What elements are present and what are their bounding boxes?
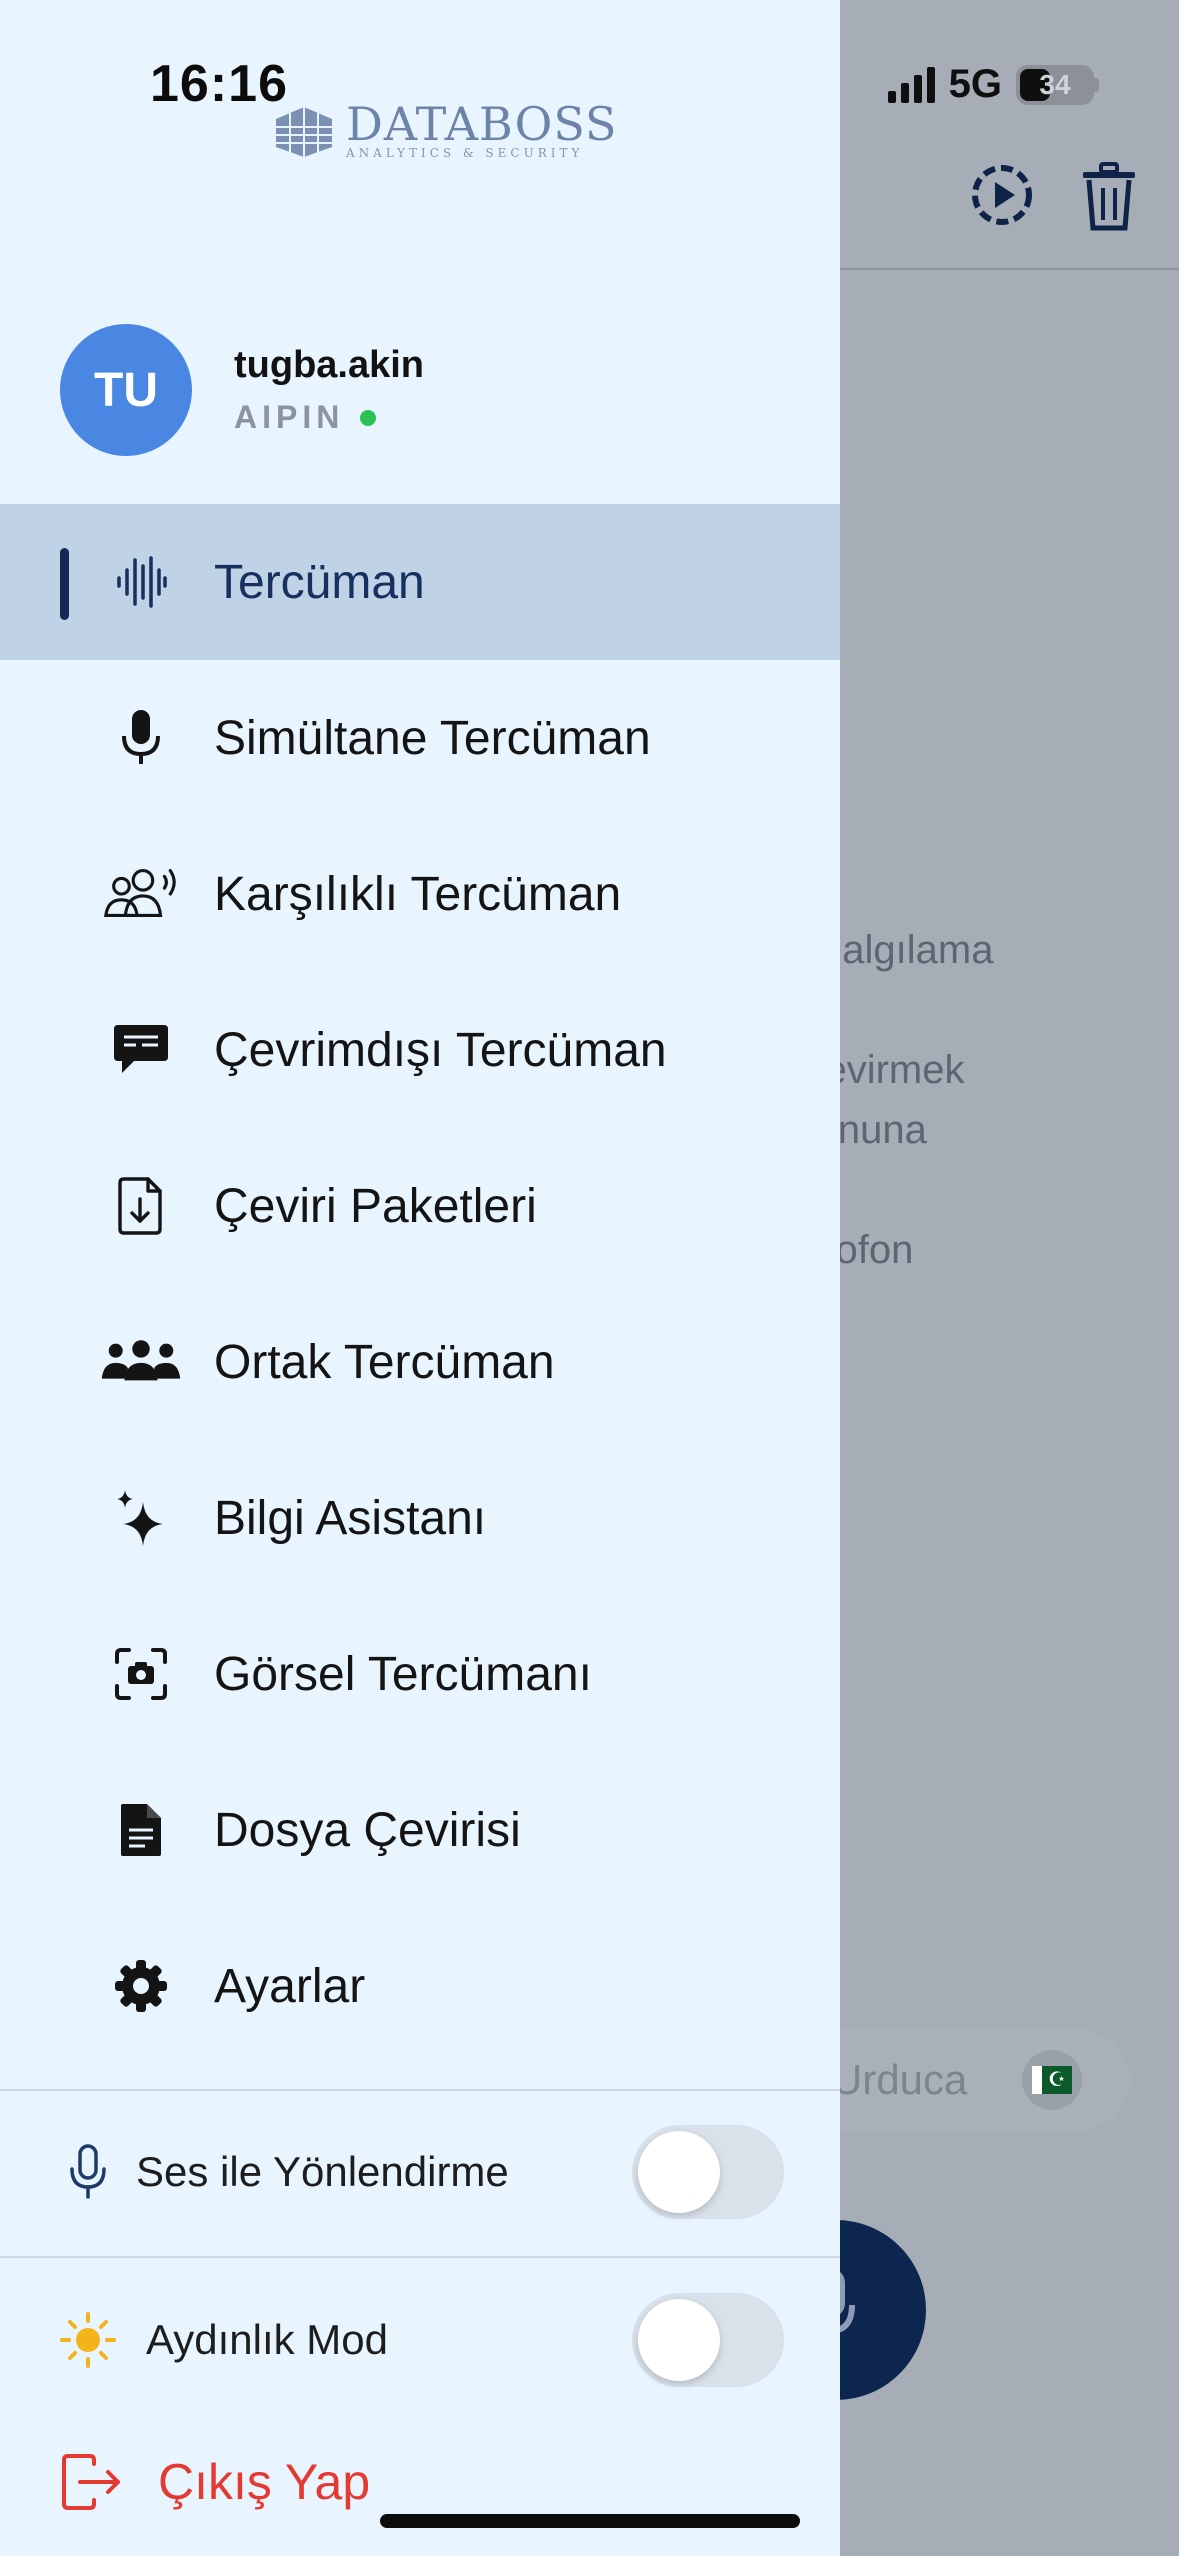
sun-icon — [58, 2310, 118, 2370]
header-actions — [969, 162, 1139, 232]
status-bar-right: 5G 34 — [887, 62, 1099, 107]
group-icon — [100, 1327, 182, 1397]
menu-item-label: Dosya Çevirisi — [214, 1803, 521, 1857]
menu-item-ortak-tercuman[interactable]: Ortak Tercüman — [0, 1284, 840, 1440]
pakistan-flag-icon: ☪ — [1022, 2050, 1082, 2110]
battery-level: 34 — [1039, 68, 1071, 100]
menu-item-ceviri-paketleri[interactable]: Çeviri Paketleri — [0, 1128, 840, 1284]
menu-item-label: Görsel Tercümanı — [214, 1647, 592, 1701]
camera-scan-icon — [100, 1639, 182, 1709]
toggle-knob — [638, 2299, 720, 2381]
logout-button[interactable]: Çıkış Yap — [60, 2452, 370, 2512]
status-time: 16:16 — [150, 55, 288, 113]
company-name: AIPIN — [234, 399, 345, 435]
menu-item-tercuman[interactable]: Tercüman — [0, 504, 840, 660]
people-speaking-icon — [100, 859, 182, 929]
chat-bubble-icon — [100, 1015, 182, 1085]
logo-name: DATABOSS — [346, 97, 618, 151]
voice-navigation-row: Ses ile Yönlendirme — [0, 2112, 840, 2232]
divider — [0, 2256, 840, 2258]
waveform-icon — [100, 547, 182, 617]
online-status-indicator — [360, 409, 377, 426]
network-type: 5G — [948, 62, 1002, 106]
menu-item-label: Tercüman — [214, 555, 425, 609]
document-icon — [100, 1795, 182, 1865]
target-language-label: Urduca — [832, 2056, 968, 2103]
trash-icon[interactable] — [1079, 162, 1139, 232]
menu-item-label: Çeviri Paketleri — [214, 1179, 537, 1233]
light-mode-row: Aydınlık Mod — [0, 2280, 840, 2400]
voice-navigation-toggle[interactable] — [632, 2125, 784, 2219]
databoss-logo: DATABOSS ANALYTICS & SECURITY — [272, 97, 618, 160]
menu-item-karsilikli-tercuman[interactable]: Karşılıklı Tercüman — [0, 816, 840, 972]
logo-mark-icon — [276, 107, 332, 157]
drawer-menu: Tercüman Simültane Tercüman Karşılıklı T… — [0, 504, 840, 2064]
navigation-drawer: 16:16 DATABOSS ANALYTICS & SECURITY TU t… — [0, 0, 840, 2556]
active-indicator — [60, 548, 69, 620]
replay-icon[interactable] — [969, 162, 1035, 228]
logout-label: Çıkış Yap — [158, 2454, 371, 2510]
menu-item-label: Simültane Tercüman — [214, 711, 651, 765]
logo-tagline: ANALYTICS & SECURITY — [346, 146, 584, 160]
menu-item-label: Çevrimdışı Tercüman — [214, 1023, 667, 1077]
light-mode-toggle[interactable] — [632, 2293, 784, 2387]
battery-icon: 34 — [1016, 64, 1094, 105]
divider — [0, 2089, 840, 2091]
sparkles-icon — [100, 1483, 182, 1553]
menu-item-bilgi-asistani[interactable]: Bilgi Asistanı — [0, 1440, 840, 1596]
microphone-icon — [100, 703, 182, 773]
file-download-icon — [100, 1171, 182, 1241]
menu-item-cevrimdisi-tercuman[interactable]: Çevrimdışı Tercüman — [0, 972, 840, 1128]
toggle-knob — [638, 2131, 720, 2213]
username: tugba.akin — [234, 344, 425, 386]
signal-strength-icon — [887, 66, 935, 103]
voice-navigation-label: Ses ile Yönlendirme — [136, 2148, 509, 2195]
menu-item-dosya-cevirisi[interactable]: Dosya Çevirisi — [0, 1752, 840, 1908]
menu-item-label: Bilgi Asistanı — [214, 1491, 487, 1545]
menu-item-label: Ayarlar — [214, 1959, 366, 2013]
menu-item-ayarlar[interactable]: Ayarlar — [0, 1908, 840, 2064]
user-profile: TU tugba.akin AIPIN — [60, 324, 424, 456]
microphone-outline-icon — [58, 2142, 118, 2202]
menu-item-simultane-tercuman[interactable]: Simültane Tercüman — [0, 660, 840, 816]
menu-item-gorsel-tercumani[interactable]: Görsel Tercümanı — [0, 1596, 840, 1752]
logout-icon — [62, 2454, 120, 2510]
light-mode-label: Aydınlık Mod — [146, 2316, 389, 2363]
home-indicator[interactable] — [380, 2514, 800, 2528]
menu-item-label: Karşılıklı Tercüman — [214, 867, 622, 921]
menu-item-label: Ortak Tercüman — [214, 1335, 555, 1389]
avatar: TU — [60, 324, 192, 456]
gear-icon — [100, 1951, 182, 2021]
